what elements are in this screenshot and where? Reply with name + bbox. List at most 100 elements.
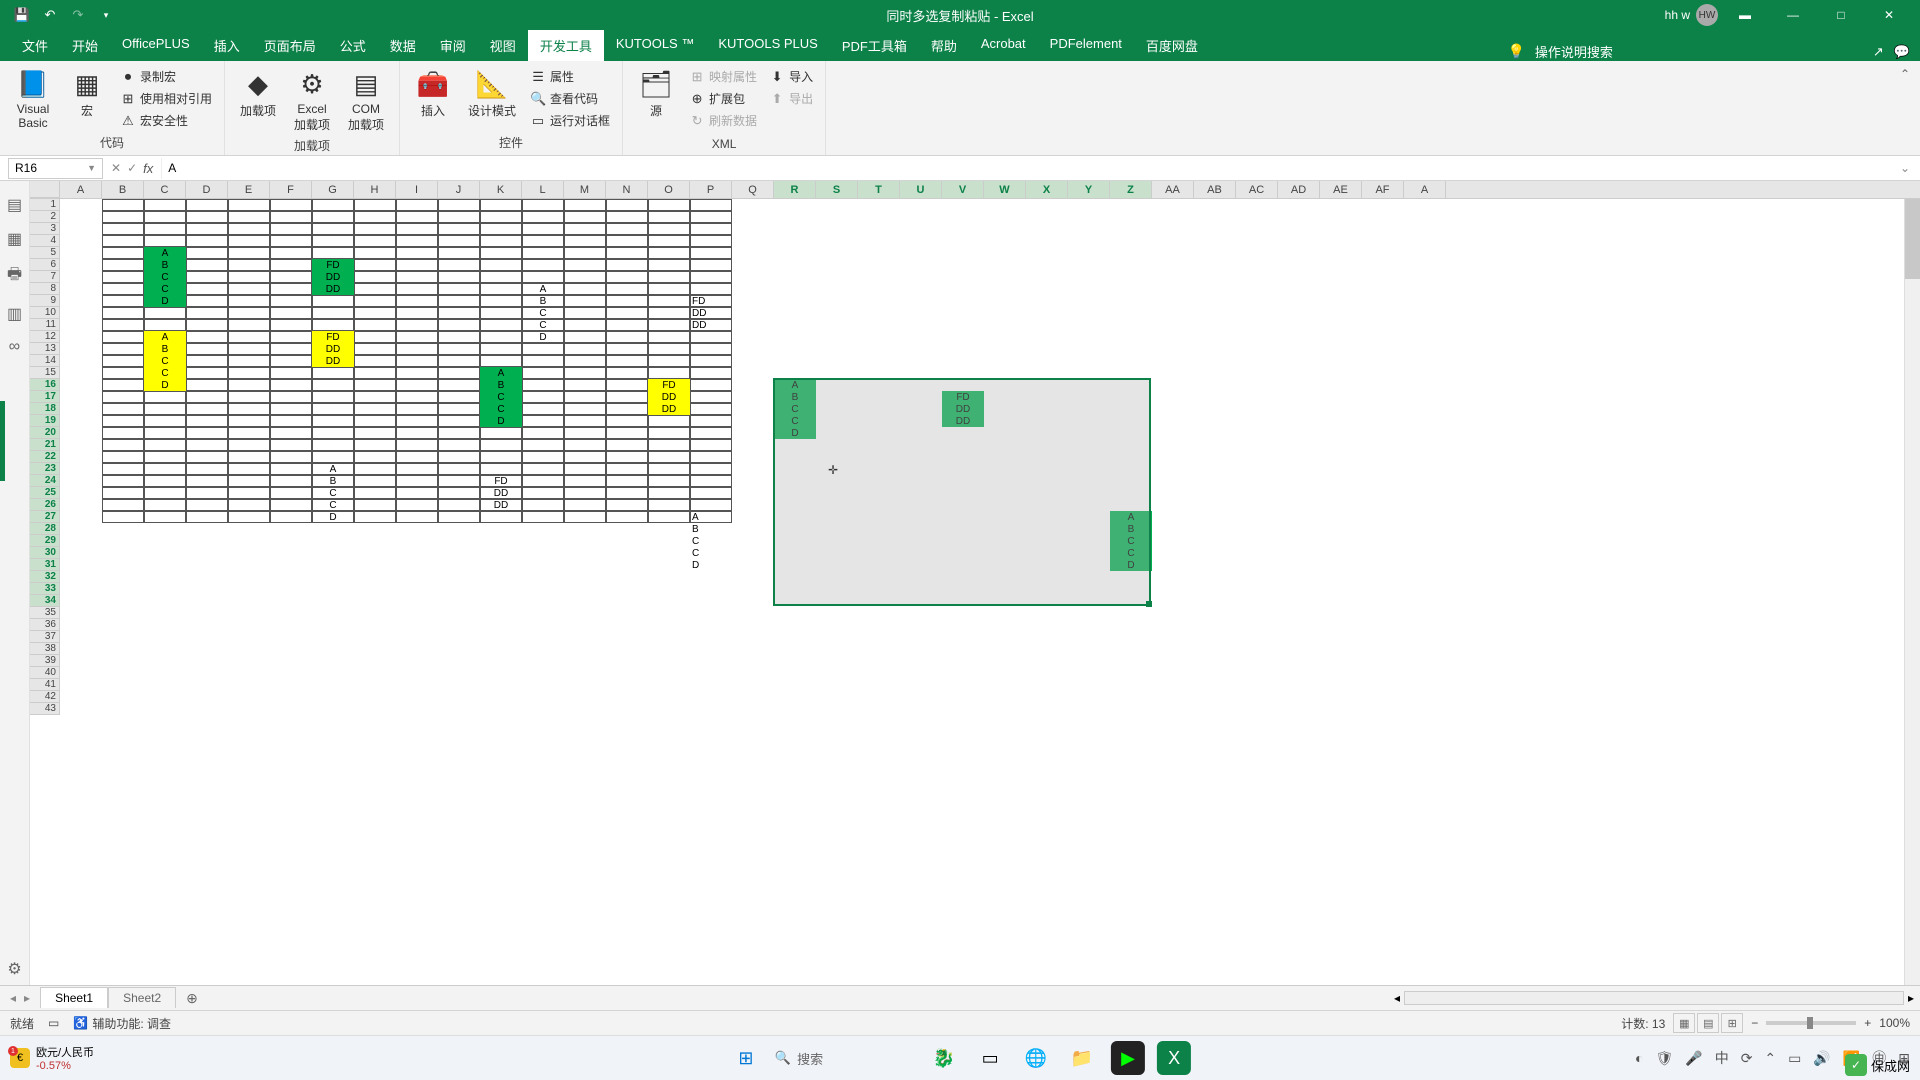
row-header-37[interactable]: 37 <box>30 631 60 643</box>
zoom-value[interactable]: 100% <box>1879 1016 1910 1030</box>
cell-16-15[interactable]: FD <box>648 379 690 391</box>
start-icon[interactable]: ⊞ <box>729 1041 763 1075</box>
taskbar-search[interactable]: 🔍 搜索 <box>775 1049 823 1068</box>
col-header-F[interactable]: F <box>270 181 312 198</box>
col-header-E[interactable]: E <box>228 181 270 198</box>
col-header-K[interactable]: K <box>480 181 522 198</box>
col-header-B[interactable]: B <box>102 181 144 198</box>
tab-PDF工具箱[interactable]: PDF工具箱 <box>830 30 919 61</box>
ribbon-扩展包[interactable]: ⊕扩展包 <box>685 89 761 108</box>
row-header-16[interactable]: 16 <box>30 379 60 391</box>
ribbon-宏[interactable]: ▦宏 <box>62 65 112 123</box>
close-icon[interactable]: ✕ <box>1868 0 1910 30</box>
name-box[interactable]: R16 ▼ <box>8 158 103 179</box>
tray-volume-icon[interactable]: 🔊 <box>1813 1050 1830 1067</box>
row-header-4[interactable]: 4 <box>30 235 60 247</box>
col-header-AB[interactable]: AB <box>1194 181 1236 198</box>
tell-me-search[interactable]: 操作说明搜索 <box>1535 42 1613 61</box>
row-header-7[interactable]: 7 <box>30 271 60 283</box>
col-header-C[interactable]: C <box>144 181 186 198</box>
rail-icon-3[interactable]: 🖶 <box>7 263 22 290</box>
row-header-29[interactable]: 29 <box>30 535 60 547</box>
row-header-41[interactable]: 41 <box>30 679 60 691</box>
row-header-35[interactable]: 35 <box>30 607 60 619</box>
col-header-I[interactable]: I <box>396 181 438 198</box>
cell-6-7[interactable]: FD <box>312 259 354 271</box>
hscroll-right-icon[interactable]: ▸ <box>1908 991 1914 1005</box>
cell-18-15[interactable]: DD <box>648 403 690 415</box>
edge-icon[interactable]: 🌐 <box>1019 1041 1053 1075</box>
ribbon-录制宏[interactable]: ⏺录制宏 <box>116 67 216 86</box>
cell-5-3[interactable]: A <box>144 247 186 259</box>
rail-icon-2[interactable]: ▦ <box>7 229 22 249</box>
row-header-9[interactable]: 9 <box>30 295 60 307</box>
rail-icon-1[interactable]: ▤ <box>7 195 22 215</box>
col-header-W[interactable]: W <box>984 181 1026 198</box>
ribbon-使用相对引用[interactable]: ⊞使用相对引用 <box>116 89 216 108</box>
chevron-down-icon[interactable]: ▼ <box>87 163 96 173</box>
select-all-corner[interactable] <box>30 181 60 198</box>
cell-10-12[interactable]: C <box>522 307 564 319</box>
ribbon-Excel 加载项[interactable]: ⚙Excel加载项 <box>287 65 337 137</box>
row-header-10[interactable]: 10 <box>30 307 60 319</box>
ribbon-COM 加载项[interactable]: ▤COM加载项 <box>341 65 391 137</box>
cell-12-7[interactable]: FD <box>312 331 354 343</box>
cell-25-11[interactable]: DD <box>480 487 522 499</box>
row-header-22[interactable]: 22 <box>30 451 60 463</box>
row-header-39[interactable]: 39 <box>30 655 60 667</box>
row-header-18[interactable]: 18 <box>30 403 60 415</box>
row-header-14[interactable]: 14 <box>30 355 60 367</box>
cell-24-7[interactable]: B <box>312 475 354 487</box>
maximize-icon[interactable]: □ <box>1820 0 1862 30</box>
cell-15-3[interactable]: C <box>144 367 186 379</box>
tab-文件[interactable]: 文件 <box>10 30 60 61</box>
ribbon-导入[interactable]: ⬇导入 <box>765 67 817 86</box>
tray-sync-icon[interactable]: ⟳ <box>1741 1050 1753 1067</box>
row-header-26[interactable]: 26 <box>30 499 60 511</box>
row-header-32[interactable]: 32 <box>30 571 60 583</box>
save-icon[interactable]: 💾 <box>10 3 34 27</box>
sheet-nav-first-icon[interactable]: ◂ <box>10 991 16 1005</box>
tab-PDFelement[interactable]: PDFelement <box>1038 30 1134 61</box>
row-header-5[interactable]: 5 <box>30 247 60 259</box>
row-header-24[interactable]: 24 <box>30 475 60 487</box>
col-header-AF[interactable]: AF <box>1362 181 1404 198</box>
accept-formula-icon[interactable]: ✓ <box>127 161 137 175</box>
row-header-30[interactable]: 30 <box>30 547 60 559</box>
cell-14-7[interactable]: DD <box>312 355 354 367</box>
spreadsheet-grid[interactable]: ABCDEFGHIJKLMNOPQRSTUVWXYZAAABACADAEAFA … <box>30 181 1920 985</box>
tab-公式[interactable]: 公式 <box>328 30 378 61</box>
cell-17-11[interactable]: C <box>480 391 522 403</box>
tab-插入[interactable]: 插入 <box>202 30 252 61</box>
cell-24-11[interactable]: FD <box>480 475 522 487</box>
sheet-nav-last-icon[interactable]: ▸ <box>24 991 30 1005</box>
row-header-25[interactable]: 25 <box>30 487 60 499</box>
explorer-icon[interactable]: 📁 <box>1065 1041 1099 1075</box>
collapse-ribbon-icon[interactable]: ⌃ <box>1900 67 1910 81</box>
cell-9-16[interactable]: FD <box>690 295 732 307</box>
col-header-X[interactable]: X <box>1026 181 1068 198</box>
cell-13-3[interactable]: B <box>144 343 186 355</box>
col-header-P[interactable]: P <box>690 181 732 198</box>
col-header-Q[interactable]: Q <box>732 181 774 198</box>
cell-12-3[interactable]: A <box>144 331 186 343</box>
minimize-icon[interactable]: — <box>1772 0 1814 30</box>
ribbon-Visual Basic[interactable]: 📘VisualBasic <box>8 65 58 134</box>
expand-formula-icon[interactable]: ⌄ <box>1890 161 1920 175</box>
formula-input[interactable]: A <box>161 158 1890 179</box>
gear-icon[interactable]: ⚙ <box>7 959 21 979</box>
cell-9-3[interactable]: D <box>144 295 186 307</box>
app-1-icon[interactable]: 🐉 <box>927 1041 961 1075</box>
cell-31-16[interactable]: D <box>690 559 732 571</box>
row-header-33[interactable]: 33 <box>30 583 60 595</box>
tab-开发工具[interactable]: 开发工具 <box>528 30 604 61</box>
ribbon-设计模式[interactable]: 📐设计模式 <box>462 65 522 123</box>
cell-25-7[interactable]: C <box>312 487 354 499</box>
add-sheet-icon[interactable]: ⊕ <box>176 990 208 1007</box>
row-header-12[interactable]: 12 <box>30 331 60 343</box>
col-header-J[interactable]: J <box>438 181 480 198</box>
col-header-L[interactable]: L <box>522 181 564 198</box>
cell-6-3[interactable]: B <box>144 259 186 271</box>
col-header-T[interactable]: T <box>858 181 900 198</box>
cell-13-7[interactable]: DD <box>312 343 354 355</box>
